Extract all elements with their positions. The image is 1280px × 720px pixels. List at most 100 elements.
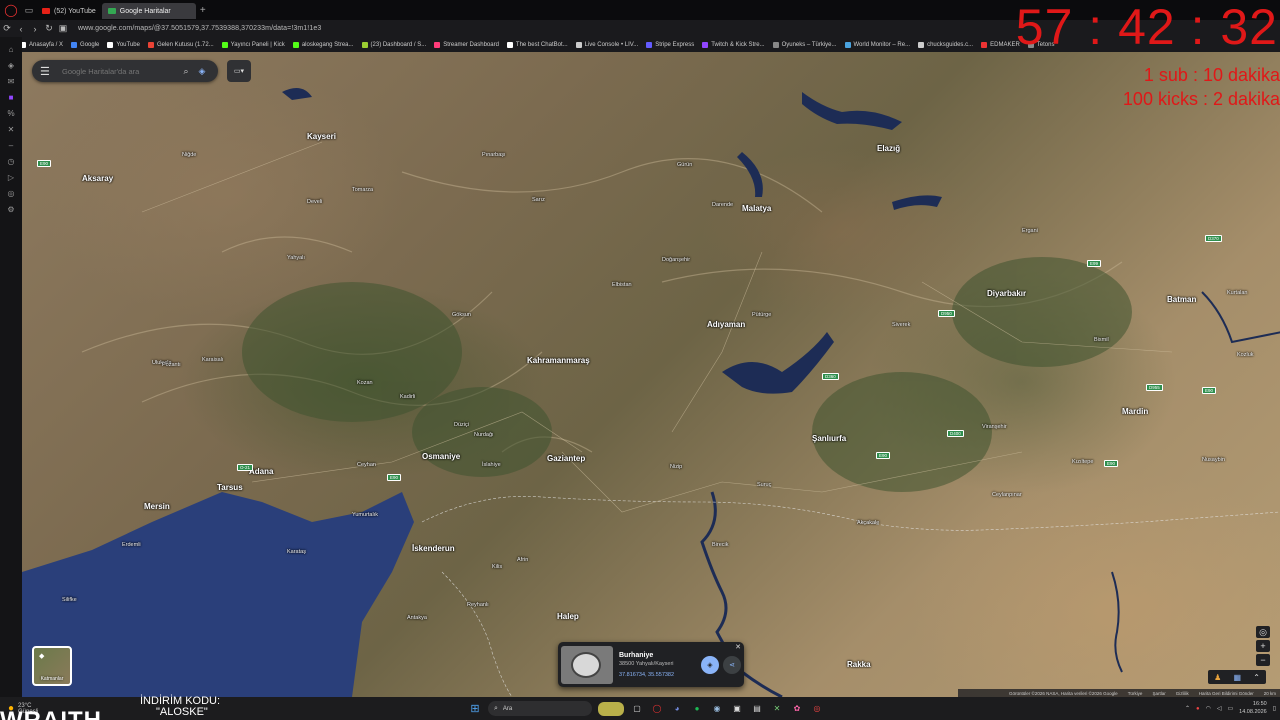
city-label[interactable]: Sarız — [532, 197, 545, 203]
city-label[interactable]: Kayseri — [307, 132, 336, 141]
bookmark-item[interactable]: Oyuneks – Türkiye... — [772, 41, 837, 48]
city-label[interactable]: İskenderun — [412, 544, 455, 553]
mic-icon[interactable]: ● — [1196, 706, 1200, 712]
satellite-map[interactable]: Kayseri Aksaray Malatya Elazığ Diyarbakır Bat… — [22, 52, 1280, 697]
bookmark-item[interactable]: Gelen Kutusu (1.72... — [147, 41, 214, 48]
history-icon[interactable]: ◷ — [0, 153, 22, 169]
twitch-icon[interactable]: ■ — [0, 89, 22, 105]
player-icon[interactable]: ▷ — [0, 169, 22, 185]
city-label[interactable]: Yahyalı — [287, 255, 305, 261]
zoom-in-button[interactable]: + — [1256, 640, 1270, 652]
battery-icon[interactable]: ▭ — [1227, 705, 1233, 712]
bookmark-item[interactable]: chucksguides.c... — [918, 41, 973, 48]
city-label[interactable]: Akçakale — [857, 520, 879, 526]
city-label[interactable]: Ceyhan — [357, 462, 376, 468]
footer-link[interactable]: Gizlilik — [1176, 691, 1189, 696]
city-label[interactable]: Afrin — [517, 557, 528, 563]
city-label[interactable]: Develi — [307, 199, 322, 205]
city-label[interactable]: Gürün — [677, 162, 692, 168]
my-location-icon[interactable]: ◎ — [1256, 626, 1270, 638]
bookmark-item[interactable]: The best ChatBot... — [506, 41, 568, 48]
city-label[interactable]: Düziçi — [454, 422, 469, 428]
widget-icon[interactable] — [598, 701, 624, 716]
bookmark-item[interactable]: Live Console • LIV... — [575, 41, 638, 48]
xbox-icon[interactable]: ✕ — [770, 702, 784, 716]
city-label[interactable]: Bismil — [1094, 337, 1109, 343]
bookmark-item[interactable]: Streamer Dashboard — [434, 41, 499, 48]
city-label[interactable]: Tarsus — [217, 483, 243, 492]
spotify-icon[interactable]: ● — [690, 702, 704, 716]
bookmark-item[interactable]: YouTube — [107, 41, 140, 48]
city-label[interactable]: Osmaniye — [422, 452, 460, 461]
maps-search-box[interactable]: ☰ ⌕ ◈ — [32, 60, 218, 82]
city-label[interactable]: Kozan — [357, 380, 373, 386]
close-icon[interactable]: ✕ — [735, 643, 741, 651]
scale-bar[interactable]: 20 km — [1264, 691, 1276, 696]
taskbar-search[interactable]: ⌕ Ara — [488, 701, 592, 716]
city-label[interactable]: Suruç — [757, 482, 771, 488]
city-label[interactable]: İslahiye — [482, 462, 501, 468]
city-label[interactable]: Diyarbakır — [987, 289, 1026, 298]
city-label[interactable]: Tomarza — [352, 187, 373, 193]
search-icon[interactable]: ⌕ — [178, 66, 194, 77]
back-icon[interactable]: ‹ — [14, 24, 28, 34]
street-view-bar[interactable]: ♟ ▦ ⌃ — [1208, 670, 1266, 684]
bookmark-item[interactable]: Yayıncı Paneli | Kick — [221, 41, 285, 48]
city-label[interactable]: Kahramanmaraş — [527, 356, 590, 365]
city-label[interactable]: Silifke — [62, 597, 77, 603]
bookmark-item[interactable]: Google — [71, 41, 99, 48]
chrome-icon[interactable]: ◎ — [810, 702, 824, 716]
settings-icon[interactable]: ⚙ — [0, 201, 22, 217]
expand-icon[interactable]: ⌃ — [1253, 673, 1260, 682]
city-label[interactable]: Malatya — [742, 204, 771, 213]
windows-start-icon[interactable]: ⊞ — [468, 702, 482, 715]
hamburger-menu-icon[interactable]: ☰ — [40, 65, 54, 78]
city-label[interactable]: Karataş — [287, 549, 306, 555]
url-field[interactable]: www.google.com/maps/@37.5051579,37.75393… — [78, 25, 321, 32]
city-label[interactable]: Nusaybin — [1202, 457, 1225, 463]
new-tab-button[interactable]: + — [196, 5, 210, 16]
city-label[interactable]: Doğanşehir — [662, 257, 690, 263]
bookmark-item[interactable]: Anasayfa / X — [20, 41, 63, 48]
reload-icon[interactable]: ⟳ — [0, 23, 14, 34]
city-label[interactable]: Kilis — [492, 564, 502, 570]
city-label[interactable]: Birecik — [712, 542, 729, 548]
tab-youtube[interactable]: (52) YouTube — [36, 3, 102, 19]
discord-icon[interactable]: ◕ — [670, 702, 684, 716]
percent-icon[interactable]: % — [0, 105, 22, 121]
collapse-panel-button[interactable]: ▭▾ — [227, 60, 251, 82]
city-label[interactable]: Ergani — [1022, 228, 1038, 234]
chat-icon[interactable]: ◎ — [0, 185, 22, 201]
city-label[interactable]: Nurdağı — [474, 432, 494, 438]
city-label[interactable]: Niğde — [182, 152, 196, 158]
city-label[interactable]: Rakka — [847, 660, 871, 669]
city-label[interactable]: Pınarbaşı — [482, 152, 506, 158]
city-label[interactable]: Antakya — [407, 615, 427, 621]
task-view-icon[interactable]: ▢ — [630, 702, 644, 716]
zoom-out-button[interactable]: − — [1256, 654, 1270, 666]
terminal-icon[interactable]: ▤ — [750, 702, 764, 716]
volume-icon[interactable]: ◁ — [1217, 705, 1222, 712]
imagery-icon[interactable]: ▦ — [1233, 673, 1241, 682]
city-label[interactable]: Darende — [712, 202, 733, 208]
layers-button[interactable]: ◆ Katmanlar — [32, 646, 72, 686]
city-label[interactable]: Elbistan — [612, 282, 632, 288]
opera-gx-icon[interactable]: ◯ — [650, 702, 664, 716]
chevron-up-icon[interactable]: ⌃ — [1185, 705, 1190, 712]
city-label[interactable]: Batman — [1167, 295, 1196, 304]
bookmark-item[interactable]: World Monitor – Re... — [844, 41, 910, 48]
footer-link[interactable]: Harita Geri Bildirimi Gönder — [1199, 691, 1254, 696]
pegman-icon[interactable]: ♟ — [1214, 673, 1221, 682]
city-label[interactable]: Halep — [557, 612, 579, 621]
city-label[interactable]: Elazığ — [877, 144, 900, 153]
directions-button[interactable]: ◈ — [701, 655, 719, 674]
obs-icon[interactable]: ▣ — [730, 702, 744, 716]
gx-control-icon[interactable]: ◈ — [0, 57, 22, 73]
maps-search-input[interactable] — [62, 66, 178, 76]
bookmark-item[interactable]: Stripe Express — [646, 41, 694, 48]
footer-link[interactable]: Türkiye — [1128, 691, 1143, 696]
city-label[interactable]: Aksaray — [82, 174, 113, 183]
bookmark-item[interactable]: aloskegang Strea... — [292, 41, 354, 48]
city-label[interactable]: Siverek — [892, 322, 910, 328]
city-label[interactable]: Kızıltepe — [1072, 459, 1093, 465]
